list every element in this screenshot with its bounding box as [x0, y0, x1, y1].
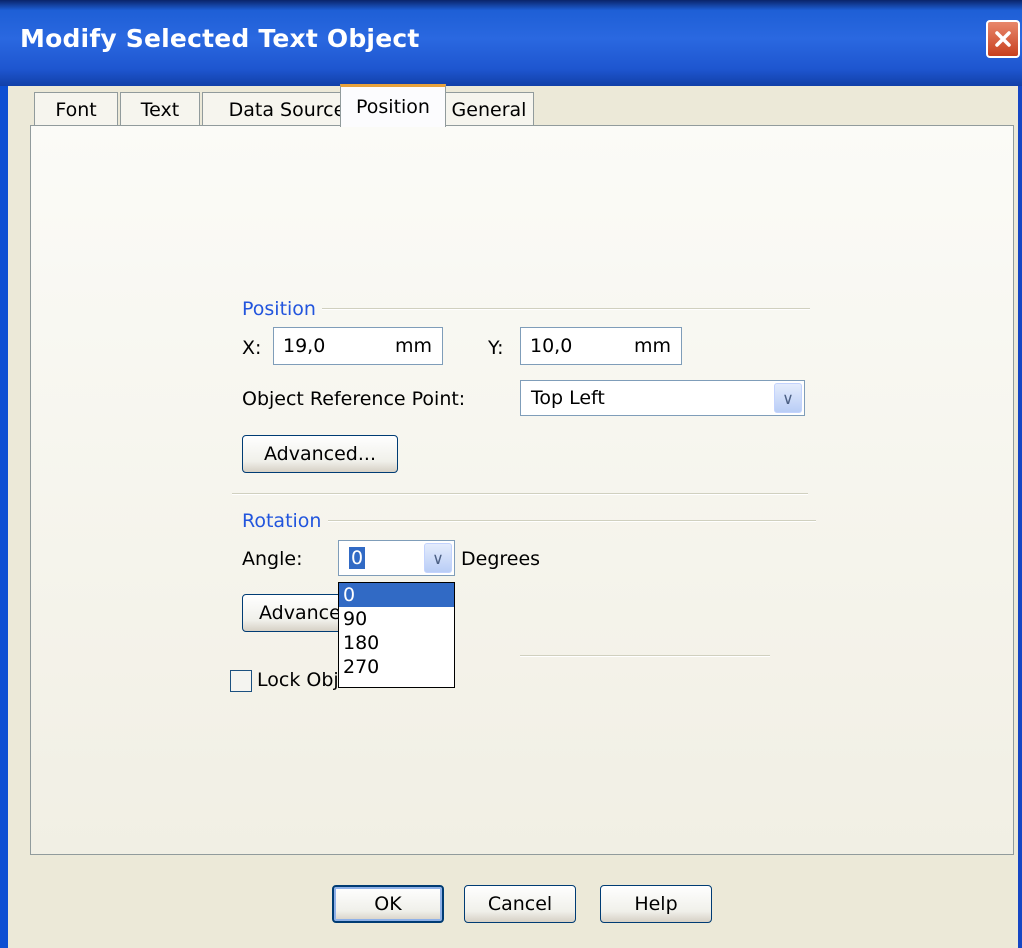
position-advanced-button[interactable]: Advanced... — [242, 435, 398, 473]
position-group-title: Position — [242, 298, 316, 320]
title-bar[interactable]: Modify Selected Text Object — [0, 0, 1022, 86]
reference-point-label: Object Reference Point: — [242, 388, 466, 410]
angle-label: Angle: — [242, 548, 303, 570]
x-label: X: — [242, 337, 262, 359]
angle-select[interactable]: 0 ∨ — [338, 540, 455, 576]
angle-option-0[interactable]: 0 — [339, 583, 454, 607]
rotation-group-bottom-separator — [520, 655, 770, 657]
close-icon — [995, 31, 1011, 47]
tab-text[interactable]: Text — [120, 92, 200, 126]
ok-button[interactable]: OK — [332, 885, 444, 923]
position-group-bottom-separator — [232, 493, 808, 495]
angle-option-180[interactable]: 180 — [339, 631, 454, 655]
angle-options-list[interactable]: 0 90 180 270 — [338, 582, 455, 688]
y-field[interactable]: 10,0 mm — [520, 327, 682, 365]
chevron-down-icon[interactable]: ∨ — [774, 383, 802, 413]
window-frame-right — [1018, 86, 1022, 948]
window-title: Modify Selected Text Object — [20, 24, 420, 53]
x-field[interactable]: 19,0 mm — [273, 327, 443, 365]
y-value: 10,0 — [530, 335, 573, 357]
close-button[interactable] — [986, 20, 1020, 58]
tab-panel-position — [30, 125, 1014, 855]
lock-object-label: Lock Obj — [257, 669, 339, 691]
tab-position[interactable]: Position — [340, 84, 446, 127]
chevron-down-icon[interactable]: ∨ — [424, 543, 452, 573]
angle-option-90[interactable]: 90 — [339, 607, 454, 631]
rotation-group-separator — [328, 520, 816, 522]
rotation-group-title: Rotation — [242, 510, 322, 532]
lock-object-checkbox[interactable] — [230, 670, 252, 692]
help-button[interactable]: Help — [600, 885, 712, 923]
cancel-button[interactable]: Cancel — [464, 885, 576, 923]
position-group-separator — [322, 308, 810, 310]
angle-option-270[interactable]: 270 — [339, 655, 454, 679]
dialog-window: Modify Selected Text Object Font Text Da… — [0, 0, 1022, 948]
degrees-label: Degrees — [461, 548, 541, 570]
reference-point-select[interactable]: Top Left ∨ — [520, 380, 805, 416]
y-unit: mm — [633, 335, 671, 357]
x-value: 19,0 — [283, 335, 326, 357]
tab-general[interactable]: General — [444, 92, 534, 126]
window-frame-left — [0, 86, 8, 948]
reference-point-value: Top Left — [531, 387, 605, 409]
angle-value: 0 — [349, 547, 366, 569]
y-label: Y: — [488, 337, 504, 359]
x-unit: mm — [394, 335, 432, 357]
tab-font[interactable]: Font — [34, 92, 118, 126]
